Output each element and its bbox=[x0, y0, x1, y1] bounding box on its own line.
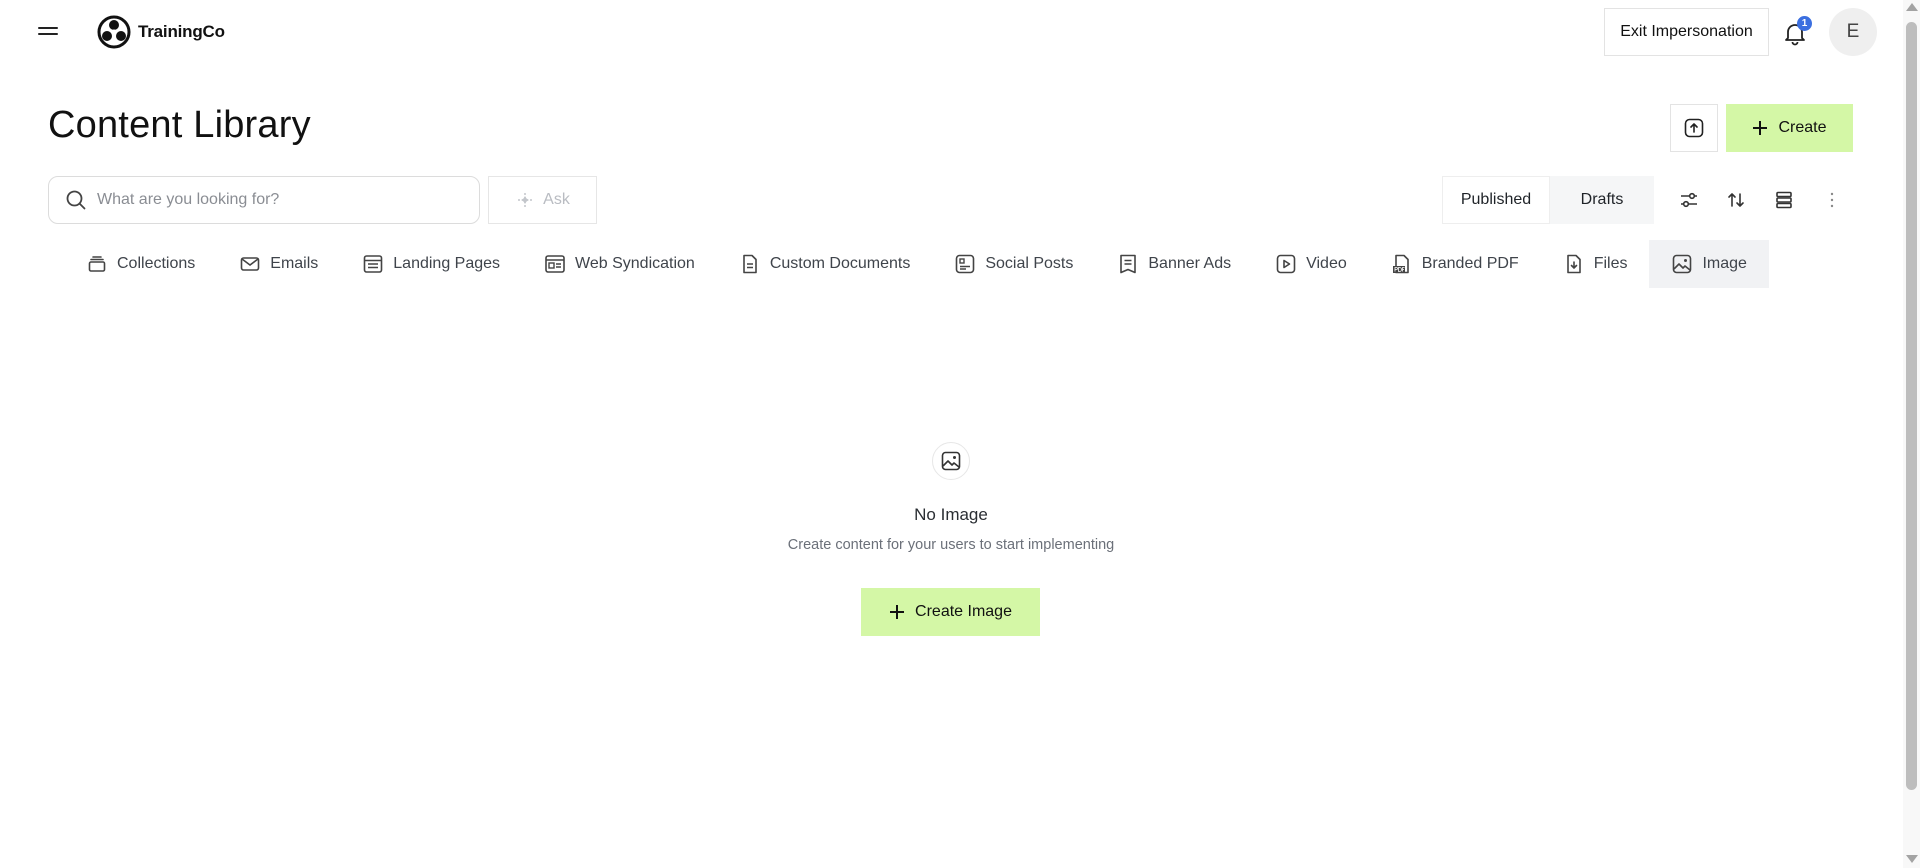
scroll-down-arrow-icon[interactable] bbox=[1906, 855, 1918, 863]
upload-icon bbox=[1684, 118, 1704, 138]
create-button[interactable]: Create bbox=[1726, 104, 1853, 152]
video-icon bbox=[1276, 254, 1296, 274]
tab-label: Web Syndication bbox=[575, 255, 695, 272]
tab-label: Social Posts bbox=[985, 255, 1074, 272]
list-view-button[interactable] bbox=[1762, 176, 1806, 224]
search-icon bbox=[66, 190, 86, 210]
brand-name: TrainingCo bbox=[138, 22, 225, 41]
drafts-tab[interactable]: Drafts bbox=[1550, 176, 1654, 224]
tab-image[interactable]: Image bbox=[1649, 240, 1769, 288]
upload-button[interactable] bbox=[1670, 104, 1718, 152]
notifications-button[interactable]: 1 bbox=[1780, 16, 1812, 48]
notification-badge: 1 bbox=[1797, 16, 1812, 31]
exit-impersonation-button[interactable]: Exit Impersonation bbox=[1604, 8, 1769, 56]
tab-label: Banner Ads bbox=[1148, 255, 1232, 272]
tab-emails[interactable]: Emails bbox=[217, 240, 340, 288]
web-syndication-icon bbox=[545, 255, 565, 273]
create-button-label: Create bbox=[1778, 119, 1827, 136]
scrollbar-thumb[interactable] bbox=[1906, 22, 1917, 790]
pdf-icon bbox=[1392, 254, 1409, 274]
sort-icon bbox=[1728, 193, 1744, 207]
tab-banner-ads[interactable]: Banner Ads bbox=[1095, 240, 1253, 288]
plus-icon bbox=[890, 605, 905, 619]
logo-icon bbox=[97, 15, 131, 49]
tab-label: Video bbox=[1306, 255, 1347, 272]
ask-button-label: Ask bbox=[543, 191, 570, 208]
empty-state-image-icon bbox=[932, 442, 970, 480]
sliders-icon bbox=[1681, 192, 1697, 208]
tab-collections[interactable]: Collections bbox=[64, 240, 217, 288]
tab-video[interactable]: Video bbox=[1253, 240, 1369, 288]
plus-icon bbox=[1753, 121, 1768, 135]
tab-label: Image bbox=[1702, 255, 1747, 272]
search-box[interactable] bbox=[48, 176, 480, 224]
avatar[interactable]: E bbox=[1829, 8, 1877, 56]
tab-label: Custom Documents bbox=[769, 255, 911, 272]
sparkle-icon bbox=[518, 193, 533, 207]
sort-button[interactable] bbox=[1714, 176, 1758, 224]
mail-icon bbox=[240, 257, 260, 271]
published-tab[interactable]: Published bbox=[1442, 176, 1550, 224]
empty-state-description: Create content for your users to start i… bbox=[787, 537, 1115, 553]
image-icon bbox=[1673, 254, 1692, 274]
tab-custom-documents[interactable]: Custom Documents bbox=[717, 240, 933, 288]
tab-landing-pages[interactable]: Landing Pages bbox=[340, 240, 522, 288]
more-options-button[interactable] bbox=[1810, 176, 1854, 224]
search-input[interactable] bbox=[97, 191, 457, 209]
file-icon bbox=[1566, 254, 1581, 274]
tab-label: Collections bbox=[117, 255, 196, 272]
social-post-icon bbox=[956, 254, 975, 274]
tab-label: Landing Pages bbox=[393, 255, 501, 272]
empty-state-title: No Image bbox=[914, 505, 988, 524]
page-title: Content Library bbox=[48, 104, 311, 146]
tab-social-posts[interactable]: Social Posts bbox=[932, 240, 1095, 288]
tab-files[interactable]: Files bbox=[1541, 240, 1650, 288]
status-toggle: Published Drafts bbox=[1442, 176, 1654, 224]
logo[interactable]: TrainingCo bbox=[94, 12, 225, 52]
tab-label: Files bbox=[1593, 255, 1628, 272]
create-image-button-label: Create Image bbox=[915, 603, 1012, 620]
tab-web-syndication[interactable]: Web Syndication bbox=[522, 240, 717, 288]
filter-button[interactable] bbox=[1667, 176, 1711, 224]
tab-label: Emails bbox=[270, 255, 319, 272]
more-vertical-icon bbox=[1830, 192, 1834, 208]
image-icon bbox=[941, 451, 961, 471]
menu-icon[interactable] bbox=[36, 20, 60, 44]
list-view-icon bbox=[1776, 191, 1792, 209]
tab-branded-pdf[interactable]: Branded PDF bbox=[1369, 240, 1541, 288]
banner-icon bbox=[1120, 254, 1137, 274]
content-type-tabs: Collections Emails Landing Pages Web Syn… bbox=[64, 240, 1769, 288]
scroll-up-arrow-icon[interactable] bbox=[1906, 3, 1918, 11]
landing-page-icon bbox=[363, 255, 383, 273]
tab-label: Branded PDF bbox=[1421, 255, 1519, 272]
document-icon bbox=[743, 254, 757, 274]
create-image-button[interactable]: Create Image bbox=[861, 588, 1040, 636]
collections-icon bbox=[88, 256, 106, 272]
ask-button[interactable]: Ask bbox=[488, 176, 597, 224]
